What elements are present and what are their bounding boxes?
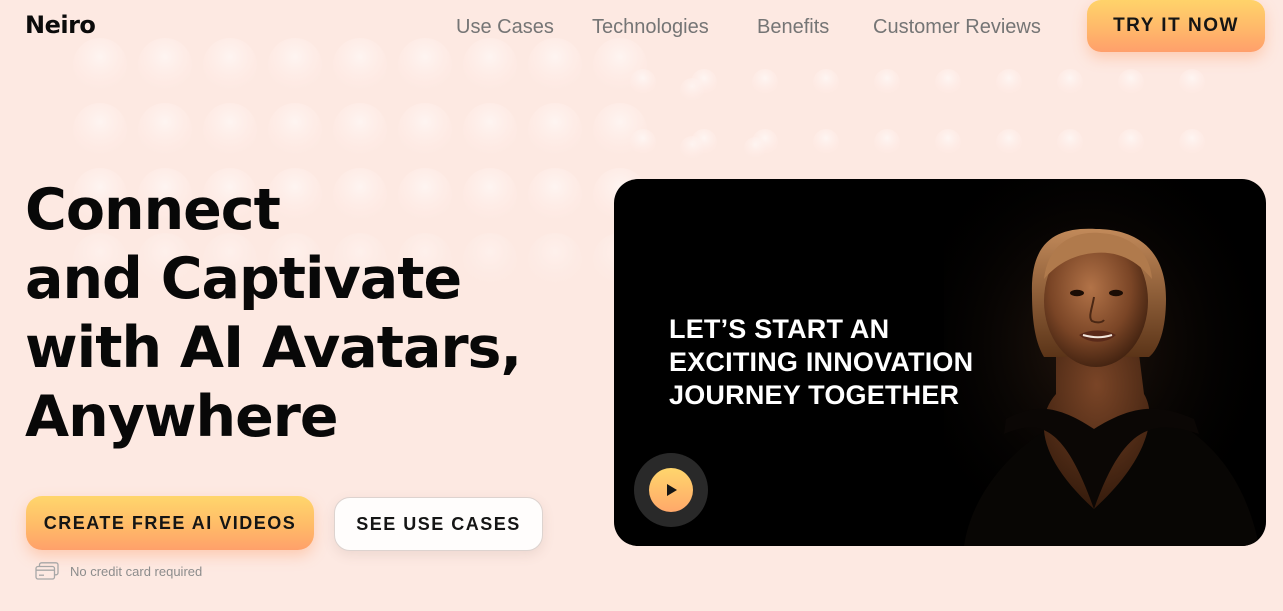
nav-use-cases[interactable]: Use Cases (456, 16, 554, 39)
see-use-cases-button[interactable]: SEE USE CASES (334, 497, 543, 551)
try-it-now-button[interactable]: TRY IT NOW (1087, 0, 1265, 52)
no-credit-card-text: No credit card required (70, 563, 203, 579)
hero-title: Connect and Captivate with AI Avatars, A… (25, 176, 522, 452)
nav-technologies[interactable]: Technologies (592, 16, 709, 39)
nav-customer-reviews[interactable]: Customer Reviews (873, 16, 1041, 39)
credit-card-icon (35, 562, 59, 580)
play-icon (667, 484, 677, 496)
create-free-ai-videos-button[interactable]: CREATE FREE AI VIDEOS (26, 496, 314, 550)
nav-benefits[interactable]: Benefits (757, 16, 829, 39)
play-button-core[interactable] (649, 468, 693, 512)
video-caption-line: EXCITING INNOVATION (669, 347, 974, 377)
hero-title-line: Anywhere (25, 384, 339, 450)
video-caption-line: LET’S START AN (669, 314, 890, 344)
no-credit-card-note: No credit card required (35, 562, 202, 580)
play-button[interactable] (634, 453, 708, 527)
hero-title-line: with AI Avatars, (25, 315, 522, 381)
video-caption-line: JOURNEY TOGETHER (669, 380, 960, 410)
hero-title-line: Connect (25, 177, 281, 243)
video-player[interactable]: LET’S START AN EXCITING INNOVATION JOURN… (614, 179, 1266, 546)
hero-title-line: and Captivate (25, 246, 462, 312)
video-caption: LET’S START AN EXCITING INNOVATION JOURN… (669, 313, 973, 412)
avatar-image (944, 179, 1266, 546)
